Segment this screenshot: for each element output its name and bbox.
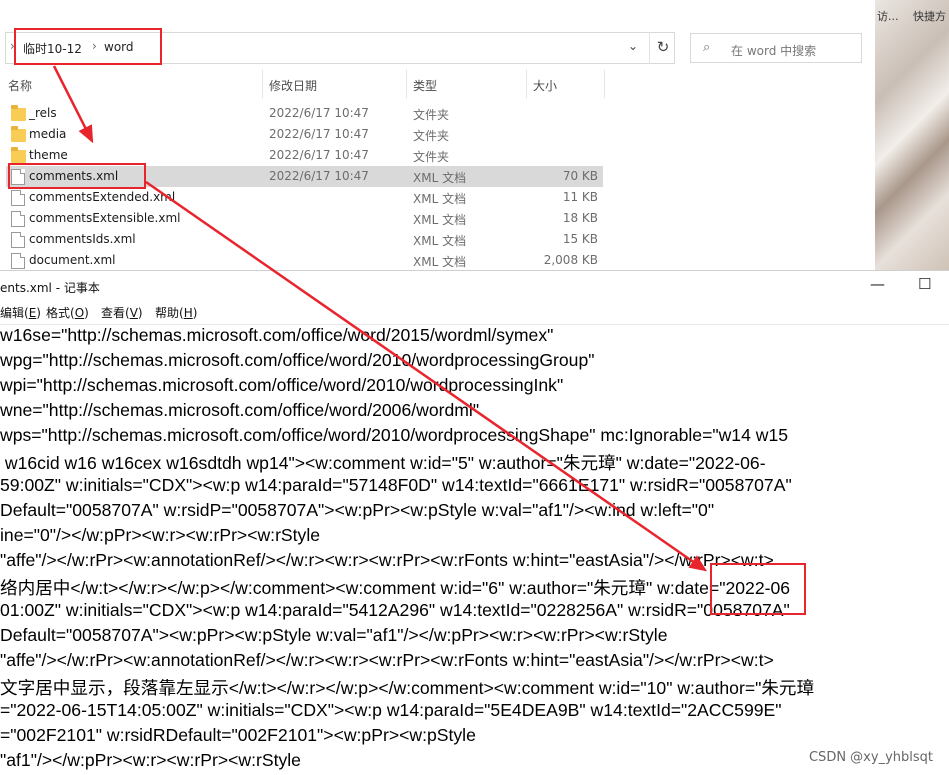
csdn-watermark: CSDN @xy_yhblsqt (808, 750, 933, 765)
file-name: commentsExtended.xml (29, 190, 176, 204)
text-line: 59:00Z" w:initials="CDX"><w:p w14:paraId… (0, 475, 792, 495)
search-box[interactable]: ⌕ 在 word 中搜索 (690, 33, 862, 63)
file-size: 18 KB (562, 211, 598, 225)
file-name: commentsExtensible.xml (29, 211, 181, 225)
file-icon (11, 232, 25, 248)
menu-view-key: V (129, 306, 138, 320)
text-line: 文字居中显示，段落靠左显示</w:t></w:r></w:p></w:comme… (0, 678, 815, 698)
address-dropdown-icon[interactable]: ⌄ (628, 39, 638, 53)
menu-help-label: 帮助 (155, 306, 180, 320)
file-row[interactable]: document.xml XML 文档 2,008 KB (6, 250, 603, 270)
search-icon: ⌕ (703, 40, 711, 55)
file-type: XML 文档 (413, 213, 467, 227)
folder-icon (11, 147, 26, 163)
menu-format-label: 格式 (46, 306, 71, 320)
file-row[interactable]: _rels 2022/6/17 10:47 文件夹 (6, 103, 603, 124)
text-line: wpg="http://schemas.microsoft.com/office… (0, 350, 595, 370)
file-icon (11, 190, 25, 206)
text-line: 01:00Z" w:initials="CDX"><w:p w14:paraId… (0, 600, 790, 620)
menu-help-key: H (183, 306, 193, 320)
menu-edit-label: 编辑 (0, 306, 25, 320)
text-line: ="2022-06-15T14:05:00Z" w:initials="CDX"… (0, 700, 782, 720)
menu-format-key: O (74, 306, 85, 320)
file-icon (11, 211, 25, 227)
maximize-button[interactable]: ☐ (918, 275, 931, 293)
text-line: "affe"/></w:rPr><w:annotationRef/></w:r>… (0, 550, 774, 570)
menu-bar: 编辑(E) 格式(O) 查看(V) 帮助(H) (0, 304, 949, 324)
file-date: 2022/6/17 10:47 (269, 106, 369, 120)
file-size: 11 KB (562, 190, 598, 204)
text-line: Default="0058707A" w:rsidP="0058707A"><w… (0, 500, 715, 520)
text-line: "affe"/></w:rPr><w:annotationRef/></w:r>… (0, 650, 774, 670)
file-type: 文件夹 (413, 129, 450, 143)
menu-view-label: 查看 (101, 306, 126, 320)
explorer-top-strip (0, 0, 875, 28)
desktop-shortcut-label: 访... (877, 10, 899, 23)
column-type[interactable]: 类型 (413, 77, 437, 94)
text-line: "af1"/></w:pPr><w:r><w:rPr><w:rStyle (0, 750, 301, 770)
search-placeholder: 在 word 中搜索 (731, 44, 817, 58)
menu-edit[interactable]: 编辑(E) (0, 304, 41, 321)
text-line: ine="0"/></w:pPr><w:r><w:rPr><w:rStyle (0, 525, 321, 545)
file-name: document.xml (29, 253, 116, 267)
text-line: Default="0058707A"><w:pPr><w:pStyle w:va… (0, 625, 668, 645)
text-line: wpi="http://schemas.microsoft.com/office… (0, 375, 564, 395)
desktop-shortcut-label: 快捷方 (913, 10, 946, 23)
file-row[interactable]: commentsExtensible.xml XML 文档 18 KB (6, 208, 603, 229)
menu-edit-key: E (28, 306, 37, 320)
file-size: 15 KB (562, 232, 598, 246)
file-name: theme (29, 148, 68, 162)
file-size: 70 KB (562, 169, 598, 183)
text-line: w16cid w16 w16cex w16sdtdh wp14"><w:comm… (0, 453, 766, 473)
desktop-background-photo: 访... 快捷方 (875, 0, 949, 270)
highlight-box-author (710, 563, 806, 615)
column-divider[interactable] (526, 70, 527, 98)
file-type: 文件夹 (413, 150, 450, 164)
text-line: 络内居中</w:t></w:r></w:p></w:comment><w:com… (0, 578, 791, 598)
refresh-button[interactable]: ↻ (649, 32, 676, 64)
file-date: 2022/6/17 10:47 (269, 148, 369, 162)
folder-icon (11, 126, 26, 142)
file-name: media (29, 127, 67, 141)
menu-format[interactable]: 格式(O) (46, 304, 89, 321)
text-line: wps="http://schemas.microsoft.com/office… (0, 425, 789, 445)
column-divider[interactable] (406, 70, 407, 98)
file-row[interactable]: commentsIds.xml XML 文档 15 KB (6, 229, 603, 250)
notepad-window: ents.xml - 记事本 — ☐ 编辑(E) 格式(O) 查看(V) 帮助(… (0, 271, 949, 775)
text-line: ="002F2101" w:rsidRDefault="002F2101"><w… (0, 725, 476, 745)
file-icon (11, 253, 25, 269)
menu-help[interactable]: 帮助(H) (155, 304, 197, 321)
file-row[interactable]: commentsExtended.xml XML 文档 11 KB (6, 187, 603, 208)
column-divider[interactable] (262, 70, 263, 98)
file-date: 2022/6/17 10:47 (269, 127, 369, 141)
file-size: 2,008 KB (543, 253, 598, 267)
file-name: _rels (29, 106, 57, 120)
file-date: 2022/6/17 10:47 (269, 169, 369, 183)
column-divider[interactable] (604, 70, 605, 98)
file-type: XML 文档 (413, 192, 467, 206)
column-date[interactable]: 修改日期 (269, 77, 317, 94)
highlight-box-breadcrumb (14, 28, 162, 65)
window-title: ents.xml - 记事本 (0, 281, 100, 295)
menu-view[interactable]: 查看(V) (101, 304, 143, 321)
folder-icon (11, 105, 26, 121)
minimize-button[interactable]: — (870, 275, 885, 293)
text-line: wne="http://schemas.microsoft.com/office… (0, 400, 480, 420)
file-type: XML 文档 (413, 171, 467, 185)
column-size[interactable]: 大小 (533, 77, 557, 94)
text-editor[interactable]: w16se="http://schemas.microsoft.com/offi… (0, 324, 949, 770)
text-line: w16se="http://schemas.microsoft.com/offi… (0, 325, 554, 345)
file-type: 文件夹 (413, 108, 450, 122)
file-row[interactable]: media 2022/6/17 10:47 文件夹 (6, 124, 603, 145)
file-type: XML 文档 (413, 234, 467, 248)
column-header: 名称 修改日期 类型 大小 (0, 70, 605, 98)
file-type: XML 文档 (413, 255, 467, 269)
file-name: commentsIds.xml (29, 232, 136, 246)
column-name[interactable]: 名称 (8, 77, 32, 94)
highlight-box-comments-file (8, 163, 146, 189)
